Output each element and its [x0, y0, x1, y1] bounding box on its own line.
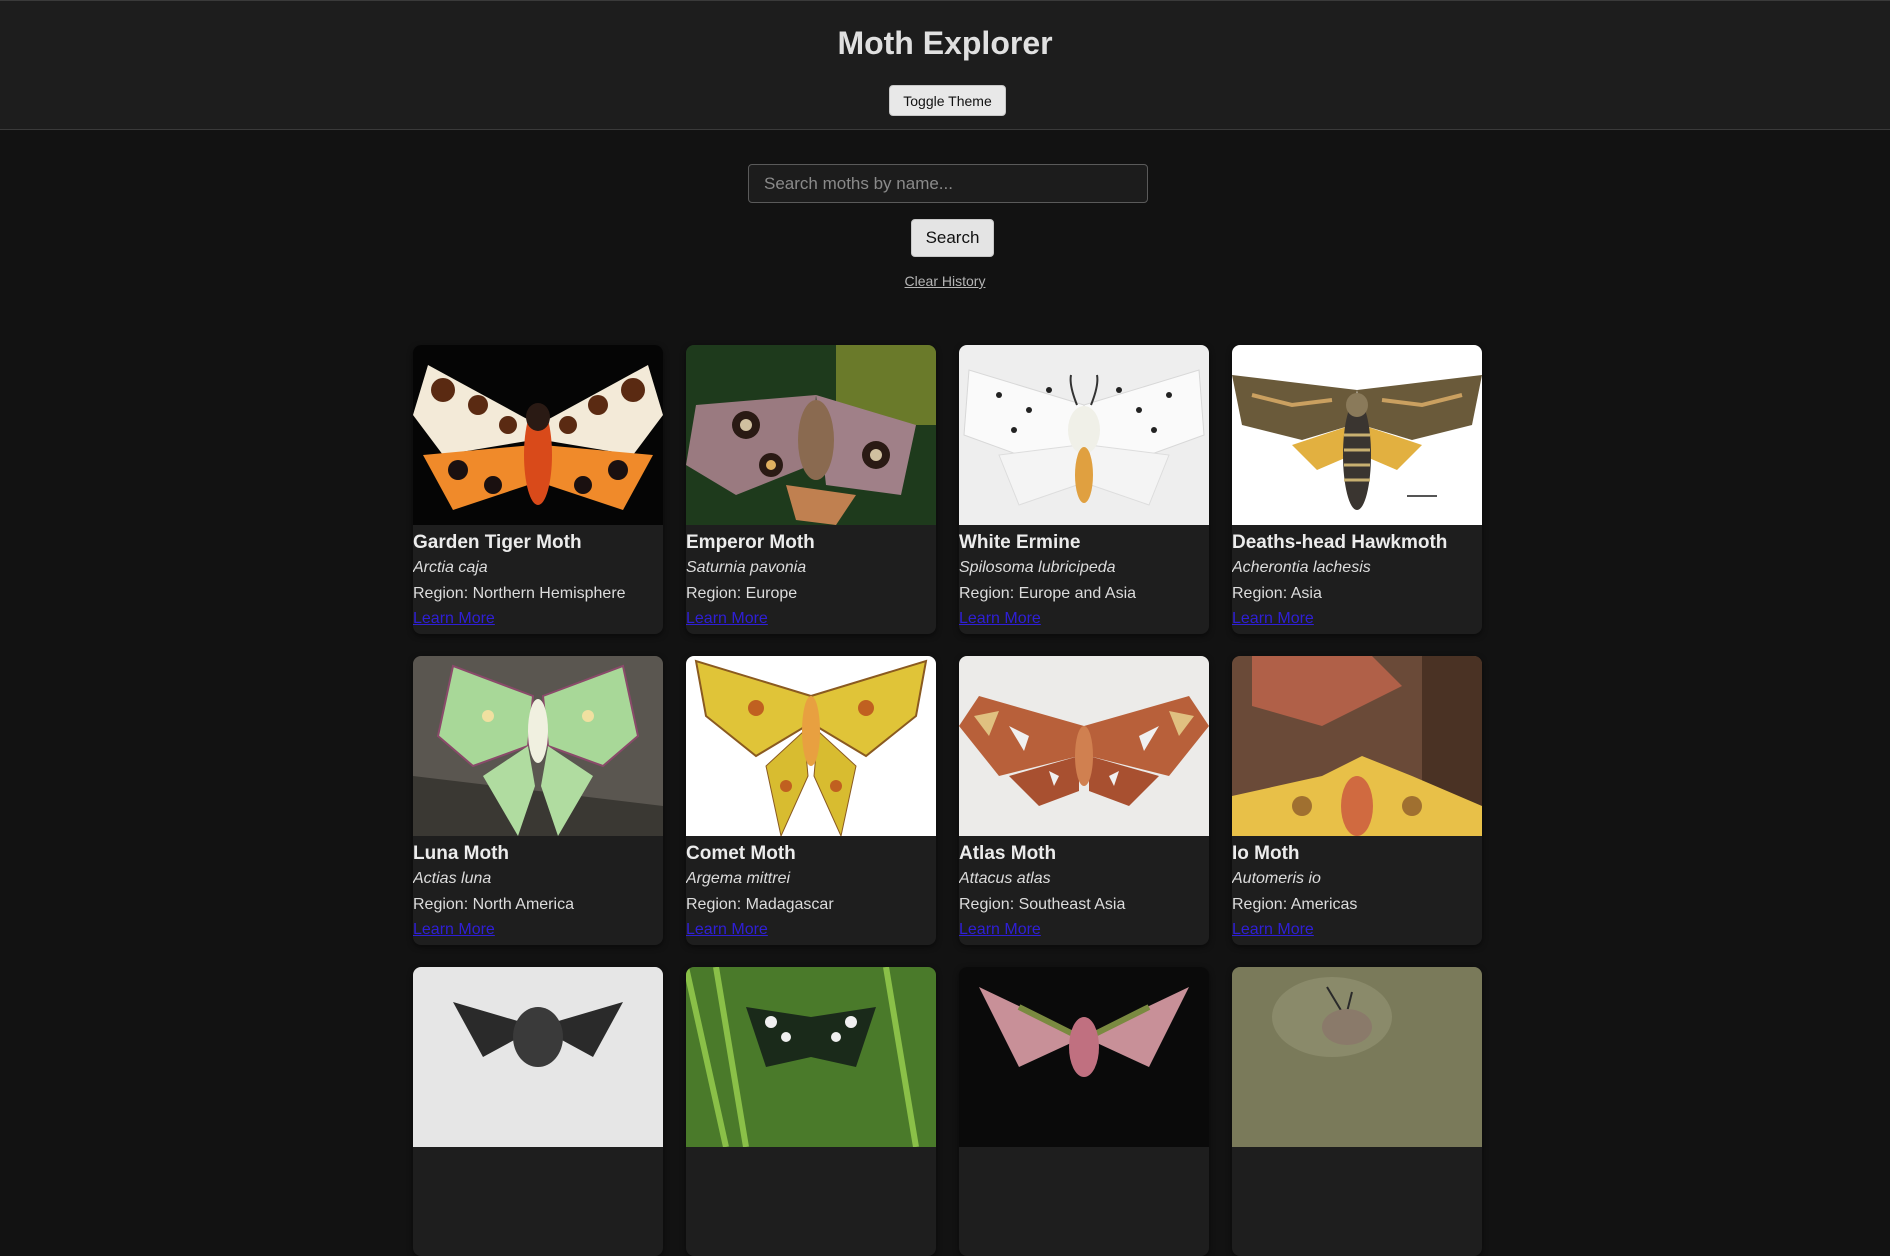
moth-scientific-name: Actias luna [413, 870, 492, 887]
moth-image [1232, 656, 1482, 836]
moth-image [959, 656, 1209, 836]
moth-scientific-name: Spilosoma lubricipeda [959, 559, 1116, 576]
moth-region: Region: Madagascar [686, 896, 834, 913]
moth-image [413, 656, 663, 836]
moth-image [413, 345, 663, 525]
moth-image [1232, 967, 1482, 1147]
learn-more-link[interactable]: Learn More [1232, 921, 1314, 939]
moth-card: Comet Moth Argema mittrei Region: Madaga… [686, 656, 936, 945]
moth-region: Region: Northern Hemisphere [413, 585, 626, 602]
page-header: Moth Explorer Toggle Theme [0, 0, 1890, 130]
moth-image [959, 345, 1209, 525]
moth-card [959, 967, 1209, 1256]
moth-card: Emperor Moth Saturnia pavonia Region: Eu… [686, 345, 936, 634]
moth-card [413, 967, 663, 1256]
page-title: Moth Explorer [837, 25, 1053, 61]
moth-card: Garden Tiger Moth Arctia caja Region: No… [413, 345, 663, 634]
toggle-theme-button[interactable]: Toggle Theme [889, 85, 1006, 116]
moth-card [686, 967, 936, 1256]
moth-scientific-name: Acherontia lachesis [1232, 559, 1371, 576]
moth-region: Region: Europe and Asia [959, 585, 1137, 602]
moth-name: Luna Moth [413, 843, 510, 864]
learn-more-link[interactable]: Learn More [1232, 610, 1314, 628]
clear-history-link[interactable]: Clear History [905, 273, 986, 289]
search-input[interactable] [748, 164, 1148, 203]
moth-grid: Garden Tiger Moth Arctia caja Region: No… [413, 345, 1483, 1256]
moth-region: Region: Asia [1232, 585, 1322, 602]
moth-name: Emperor Moth [686, 532, 815, 553]
moth-card: Deaths-head Hawkmoth Acherontia lachesis… [1232, 345, 1482, 634]
learn-more-link[interactable]: Learn More [413, 921, 495, 939]
learn-more-link[interactable]: Learn More [413, 610, 495, 628]
moth-image [686, 656, 936, 836]
learn-more-link[interactable]: Learn More [959, 610, 1041, 628]
moth-name: Deaths-head Hawkmoth [1232, 532, 1448, 553]
moth-scientific-name: Saturnia pavonia [686, 559, 807, 576]
moth-image [686, 967, 936, 1147]
clear-history-row: Clear History [0, 273, 1890, 289]
moth-scientific-name: Arctia caja [413, 559, 488, 576]
moth-scientific-name: Automeris io [1232, 870, 1321, 887]
search-button[interactable]: Search [911, 219, 994, 257]
moth-scientific-name: Attacus atlas [959, 870, 1051, 887]
moth-card: White Ermine Spilosoma lubricipeda Regio… [959, 345, 1209, 634]
moth-region: Region: Southeast Asia [959, 896, 1126, 913]
moth-region: Region: North America [413, 896, 574, 913]
moth-image [686, 345, 936, 525]
moth-image [959, 967, 1209, 1147]
moth-name: Io Moth [1232, 843, 1300, 864]
moth-image [1232, 345, 1482, 525]
moth-region: Region: Americas [1232, 896, 1358, 913]
moth-image [413, 967, 663, 1147]
moth-card: Io Moth Automeris io Region: Americas Le… [1232, 656, 1482, 945]
moth-card: Luna Moth Actias luna Region: North Amer… [413, 656, 663, 945]
moth-name: Garden Tiger Moth [413, 532, 582, 553]
learn-more-link[interactable]: Learn More [686, 921, 768, 939]
moth-card: Atlas Moth Attacus atlas Region: Southea… [959, 656, 1209, 945]
moth-region: Region: Europe [686, 585, 798, 602]
learn-more-link[interactable]: Learn More [959, 921, 1041, 939]
moth-name: White Ermine [959, 532, 1081, 553]
moth-scientific-name: Argema mittrei [686, 870, 791, 887]
moth-name: Atlas Moth [959, 843, 1057, 864]
learn-more-link[interactable]: Learn More [686, 610, 768, 628]
moth-name: Comet Moth [686, 843, 796, 864]
moth-card [1232, 967, 1482, 1256]
